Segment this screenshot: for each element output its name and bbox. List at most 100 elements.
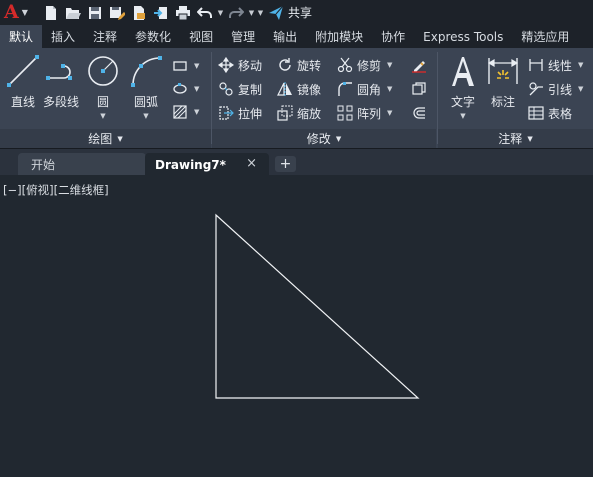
autocad-window: A ▼ ▼ ▼ ▼ 共享 默认 插入 注释 参数化 视图 管理 输出 附加模块 … — [0, 0, 593, 477]
app-logo: A — [4, 1, 19, 23]
tab-manage[interactable]: 管理 — [222, 25, 264, 48]
tab-addins[interactable]: 附加模块 — [306, 25, 372, 48]
move-label: 移动 — [238, 58, 263, 73]
offset-tool-button[interactable] — [411, 104, 431, 122]
stretch-label: 拉伸 — [238, 106, 263, 121]
share-button[interactable]: 共享 — [268, 4, 312, 21]
paper-plane-icon — [269, 5, 284, 20]
dimension-icon — [486, 54, 520, 88]
undo-icon[interactable] — [194, 0, 216, 25]
trim-dropdown-icon[interactable]: ▼ — [387, 61, 392, 69]
polyline-tool-button[interactable]: 多段线 — [43, 54, 79, 110]
hatch-icon — [173, 105, 187, 119]
circle-icon — [86, 54, 120, 88]
quick-access-toolbar: A ▼ ▼ ▼ ▼ 共享 — [0, 0, 593, 25]
publish-icon[interactable] — [128, 0, 150, 25]
leader-icon — [529, 82, 543, 96]
tab-annotate[interactable]: 注释 — [84, 25, 126, 48]
circle-label: 圆 — [96, 95, 109, 109]
open-folder-icon[interactable] — [62, 0, 84, 25]
tab-insert[interactable]: 插入 — [42, 25, 84, 48]
customize-toolbar-icon[interactable]: ▼ — [256, 9, 265, 17]
circle-dropdown-icon[interactable]: ▼ — [100, 112, 105, 120]
scissors-icon — [337, 57, 353, 73]
redo-dropdown-icon[interactable]: ▼ — [247, 9, 256, 17]
annotation-panel-label: 注释 — [498, 132, 523, 146]
scale-tool-button[interactable]: 缩放 — [277, 104, 321, 122]
circle-tool-button[interactable]: 圆 ▼ — [86, 54, 120, 120]
tab-start-label: 开始 — [31, 158, 56, 172]
array-dropdown-icon[interactable]: ▼ — [387, 109, 392, 117]
ellipse-tool-button[interactable]: ▼ — [172, 80, 199, 98]
polyline-label: 多段线 — [43, 95, 80, 109]
linear-dropdown-icon[interactable]: ▼ — [578, 61, 583, 69]
chevron-down-icon: ▼ — [335, 134, 342, 143]
save-as-icon[interactable] — [106, 0, 128, 25]
import-icon[interactable] — [150, 0, 172, 25]
tab-parametric[interactable]: 参数化 — [126, 25, 180, 48]
application-menu-button[interactable]: A ▼ — [0, 0, 40, 25]
save-icon[interactable] — [84, 0, 106, 25]
modify-panel-title[interactable]: 修改 ▼ — [212, 129, 436, 148]
erase-tool-button[interactable] — [411, 56, 431, 74]
explode-tool-button[interactable] — [411, 80, 431, 98]
hatch-tool-button[interactable]: ▼ — [172, 103, 199, 121]
leader-dropdown-icon[interactable]: ▼ — [578, 85, 583, 93]
ribbon: 直线 多段线 圆 ▼ 圆弧 ▼ ▼ ▼ ▼ 绘图 ▼ 移动 旋转 修剪 ▼ 复制… — [0, 48, 593, 148]
trim-tool-button[interactable]: 修剪 ▼ — [337, 56, 392, 74]
print-icon[interactable] — [172, 0, 194, 25]
tab-view[interactable]: 视图 — [180, 25, 222, 48]
text-dropdown-icon[interactable]: ▼ — [460, 112, 465, 120]
rotate-tool-button[interactable]: 旋转 — [277, 56, 321, 74]
leader-tool-button[interactable]: 引线 ▼ — [528, 80, 583, 98]
leader-label: 引线 — [548, 82, 573, 97]
redo-icon[interactable] — [225, 0, 247, 25]
tab-default[interactable]: 默认 — [0, 25, 43, 48]
copy-tool-button[interactable]: 复制 — [218, 80, 262, 98]
undo-dropdown-icon[interactable]: ▼ — [216, 9, 225, 17]
table-label: 表格 — [548, 106, 573, 121]
tab-output[interactable]: 输出 — [264, 25, 306, 48]
triangle-shape[interactable] — [215, 213, 420, 399]
modify-panel-label: 修改 — [306, 132, 331, 146]
tab-start[interactable]: 开始 — [18, 153, 146, 176]
rectangle-dropdown-icon[interactable]: ▼ — [194, 62, 199, 70]
tab-drawing[interactable]: Drawing7* × — [145, 153, 269, 176]
chevron-down-icon: ▼ — [527, 134, 533, 143]
scale-label: 缩放 — [297, 106, 322, 121]
rectangle-tool-button[interactable]: ▼ — [172, 57, 199, 75]
draw-panel-title[interactable]: 绘图 ▼ — [0, 129, 211, 148]
array-tool-button[interactable]: 阵列 ▼ — [337, 104, 392, 122]
hatch-dropdown-icon[interactable]: ▼ — [194, 108, 199, 116]
scale-icon — [277, 105, 293, 121]
table-tool-button[interactable]: 表格 — [528, 104, 572, 122]
arc-dropdown-icon[interactable]: ▼ — [143, 112, 148, 120]
mirror-tool-button[interactable]: 镜像 — [277, 80, 321, 98]
new-file-icon[interactable] — [40, 0, 62, 25]
fillet-dropdown-icon[interactable]: ▼ — [387, 85, 392, 93]
close-icon[interactable]: × — [246, 156, 257, 171]
linear-dimension-button[interactable]: 线性 ▼ — [528, 56, 583, 74]
fillet-tool-button[interactable]: 圆角 ▼ — [337, 80, 392, 98]
drawing-canvas[interactable]: [−][俯视][二维线框] — [0, 175, 593, 477]
text-tool-button[interactable]: 文字 ▼ — [446, 54, 480, 120]
stretch-tool-button[interactable]: 拉伸 — [218, 104, 262, 122]
move-tool-button[interactable]: 移动 — [218, 56, 262, 74]
new-tab-button[interactable]: + — [275, 156, 296, 172]
arc-tool-button[interactable]: 圆弧 ▼ — [129, 54, 163, 120]
mirror-icon — [277, 82, 292, 96]
annotation-panel-title[interactable]: 注释 ▼ — [438, 129, 593, 148]
tab-collaborate[interactable]: 协作 — [372, 25, 414, 48]
eraser-icon — [412, 61, 426, 73]
ellipse-dropdown-icon[interactable]: ▼ — [194, 85, 199, 93]
copy-icon — [219, 82, 233, 96]
fillet-icon — [338, 82, 352, 96]
move-icon — [218, 57, 234, 73]
dimension-tool-button[interactable]: 标注 — [486, 54, 520, 110]
arc-icon — [129, 54, 163, 88]
modify-panel: 移动 旋转 修剪 ▼ 复制 镜像 圆角 ▼ 拉伸 缩放 阵列 ▼ 修改 ▼ — [212, 48, 436, 148]
line-tool-button[interactable]: 直线 — [6, 54, 40, 110]
drawing-svg[interactable] — [0, 175, 593, 477]
tab-featured-apps[interactable]: 精选应用 — [512, 25, 578, 48]
tab-express-tools[interactable]: Express Tools — [414, 25, 512, 48]
